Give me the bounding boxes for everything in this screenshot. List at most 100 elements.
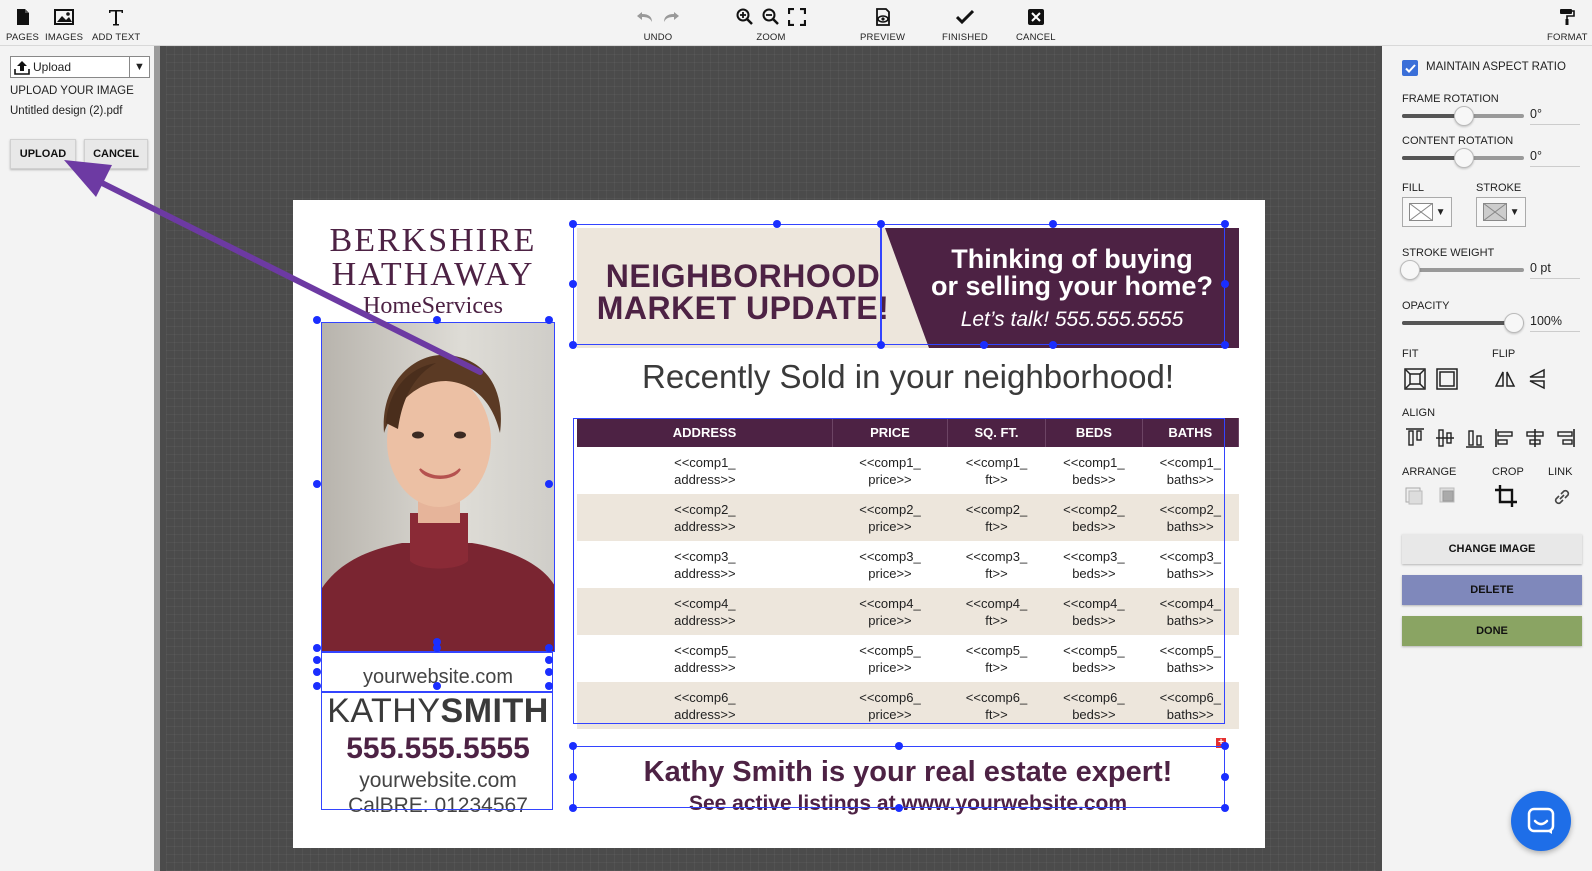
resize-handle[interactable] (877, 220, 885, 228)
upload-button[interactable]: UPLOAD (10, 139, 76, 169)
slider-knob[interactable] (1400, 260, 1420, 280)
chat-launcher-button[interactable] (1511, 791, 1571, 851)
footer-listings-link[interactable]: See active listings at www.yourwebsite.c… (577, 792, 1239, 816)
resize-handle[interactable] (1049, 220, 1057, 228)
resize-handle[interactable] (569, 280, 577, 288)
bring-forward-icon[interactable] (1404, 486, 1424, 506)
resize-handle[interactable] (980, 341, 988, 349)
resize-handle[interactable] (313, 668, 321, 676)
fullscreen-icon[interactable] (788, 8, 806, 26)
resize-handle[interactable] (433, 316, 441, 324)
undo-redo-group: UNDO (636, 6, 680, 43)
brand-logo[interactable]: BERKSHIRE HATHAWAY HomeServices (315, 224, 551, 320)
done-button[interactable]: DONE (1402, 616, 1582, 646)
resize-handle[interactable] (545, 644, 553, 652)
pages-button[interactable]: PAGES (6, 6, 39, 43)
align-left-icon[interactable] (1494, 427, 1516, 449)
comps-table[interactable]: ADDRESS PRICE SQ. FT. BEDS BATHS <<comp1_ add… (577, 418, 1240, 729)
slider-knob[interactable] (1454, 148, 1474, 168)
cancel-upload-button[interactable]: CANCEL (84, 139, 148, 169)
agent-phone[interactable]: 555.555.5555 (321, 732, 555, 766)
resize-handle[interactable] (1221, 773, 1229, 781)
fill-frame-icon[interactable] (1436, 368, 1458, 390)
cancel-toolbar-button[interactable]: CANCEL (1016, 6, 1056, 43)
align-center-icon[interactable] (1524, 427, 1546, 449)
resize-handle[interactable] (545, 668, 553, 676)
resize-handle[interactable] (1221, 804, 1229, 812)
resize-handle[interactable] (1221, 220, 1229, 228)
content-rotation-value[interactable]: 0° (1530, 149, 1542, 163)
resize-handle[interactable] (545, 316, 553, 324)
dropdown-arrow-icon[interactable]: ▼ (129, 57, 149, 77)
send-backward-icon[interactable] (1438, 486, 1458, 506)
resize-handle[interactable] (1221, 280, 1229, 288)
undo-icon[interactable] (636, 9, 654, 25)
recently-sold-heading[interactable]: Recently Sold in your neighborhood! (577, 358, 1239, 396)
resize-handle[interactable] (1221, 341, 1229, 349)
align-bottom-icon[interactable] (1464, 427, 1486, 449)
add-text-button[interactable]: ADD TEXT (92, 6, 140, 43)
resize-handle[interactable] (545, 656, 553, 664)
resize-handle[interactable] (1049, 341, 1057, 349)
resize-handle[interactable] (569, 773, 577, 781)
opacity-value[interactable]: 100% (1530, 314, 1562, 328)
footer-tagline[interactable]: Kathy Smith is your real estate expert! (577, 756, 1239, 789)
preview-button[interactable]: PREVIEW (860, 6, 905, 43)
change-image-button[interactable]: CHANGE IMAGE (1402, 534, 1582, 564)
delete-button[interactable]: DELETE (1402, 575, 1582, 605)
maintain-aspect-checkbox[interactable] (1402, 60, 1418, 76)
crop-icon[interactable] (1494, 484, 1518, 508)
agent-name[interactable]: KATHYSMITH (321, 692, 555, 731)
align-middle-icon[interactable] (1434, 427, 1456, 449)
zoom-in-icon[interactable] (736, 8, 754, 26)
slider-knob[interactable] (1454, 106, 1474, 126)
logo-line-2: HATHAWAY (331, 256, 535, 293)
redo-icon[interactable] (662, 9, 680, 25)
resize-handle[interactable] (569, 341, 577, 349)
frame-rotation-value[interactable]: 0° (1530, 107, 1542, 121)
resize-handle[interactable] (433, 682, 441, 690)
resize-handle[interactable] (569, 742, 577, 750)
resize-handle[interactable] (895, 742, 903, 750)
market-update-banner[interactable]: NEIGHBORHOOD MARKET UPDATE! Thinking of … (577, 228, 1239, 348)
zoom-out-icon[interactable] (762, 8, 780, 26)
fit-content-icon[interactable] (1404, 368, 1426, 390)
agent-photo[interactable] (321, 322, 555, 652)
resize-handle[interactable] (773, 220, 781, 228)
slider-knob[interactable] (1504, 313, 1524, 333)
stroke-weight-slider[interactable] (1400, 260, 1524, 280)
frame-rotation-slider[interactable] (1402, 106, 1524, 126)
image-source-select[interactable]: Upload ▼ (10, 56, 150, 78)
resize-handle[interactable] (313, 644, 321, 652)
align-right-icon[interactable] (1554, 427, 1576, 449)
stroke-color-picker[interactable]: ▼ (1476, 197, 1526, 227)
resize-handle[interactable] (313, 316, 321, 324)
resize-handle[interactable] (569, 804, 577, 812)
resize-handle[interactable] (895, 804, 903, 812)
resize-handle[interactable] (313, 682, 321, 690)
link-icon[interactable] (1552, 487, 1572, 507)
fill-color-picker[interactable]: ▼ (1402, 197, 1452, 227)
banner-title-line-1: NEIGHBORHOOD (605, 258, 881, 294)
images-button[interactable]: IMAGES (45, 6, 83, 43)
content-rotation-slider[interactable] (1402, 148, 1524, 168)
resize-handle[interactable] (1221, 742, 1229, 750)
flip-horizontal-icon[interactable] (1494, 368, 1516, 390)
resize-handle[interactable] (433, 638, 441, 646)
finished-button[interactable]: FINISHED (942, 6, 988, 43)
resize-handle[interactable] (313, 480, 321, 488)
resize-handle[interactable] (569, 220, 577, 228)
flip-vertical-icon[interactable] (1526, 368, 1548, 390)
selected-file-name: Untitled design (2).pdf (10, 105, 123, 117)
table-row: <<comp5_ address>> <<comp5_ price>> <<comp5_… (577, 635, 1239, 682)
agent-website[interactable]: yourwebsite.com (321, 769, 555, 793)
align-top-icon[interactable] (1404, 427, 1426, 449)
resize-handle[interactable] (313, 656, 321, 664)
format-button[interactable]: FORMAT (1547, 6, 1588, 43)
opacity-slider[interactable] (1402, 313, 1524, 333)
agent-license[interactable]: CalBRE: 01234567 (321, 794, 555, 818)
resize-handle[interactable] (877, 341, 885, 349)
stroke-weight-value[interactable]: 0 pt (1530, 261, 1551, 275)
resize-handle[interactable] (545, 480, 553, 488)
resize-handle[interactable] (545, 682, 553, 690)
